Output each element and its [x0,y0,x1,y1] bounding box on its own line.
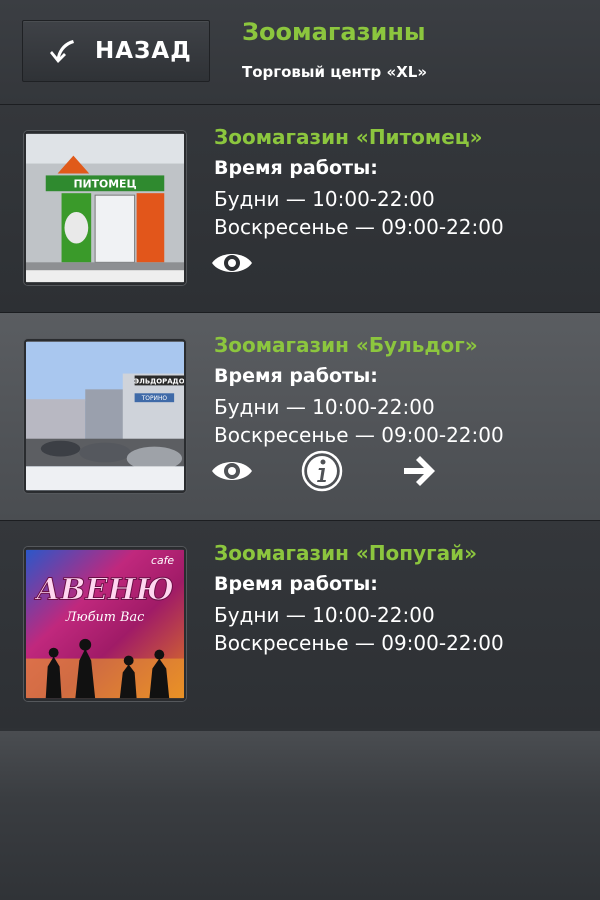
shop-name[interactable]: Зоомагазин «Бульдог» [214,333,478,357]
shop-name[interactable]: Зоомагазин «Питомец» [214,125,483,149]
shop-sign-text: ЭЛЬДОРАДО [134,377,184,385]
hours-title: Время работы: [214,157,378,179]
hours-weekdays: Будни — 10:00-22:00 [214,603,435,627]
shop-photo: ПИТОМЕЦ [24,131,186,285]
hours-title: Время работы: [214,573,378,595]
arrow-right-icon[interactable] [398,449,442,493]
shop-sign-text-2: ТОРИНО [141,396,168,402]
hours-title: Время работы: [214,365,378,387]
shop-item[interactable]: ЭЛЬДОРАДО ТОРИНО Зоомагазин «Бульдог» Вр… [0,312,600,520]
hours-weekdays: Будни — 10:00-22:00 [214,187,435,211]
empty-area [0,731,600,900]
hours-weekdays: Будни — 10:00-22:00 [214,395,435,419]
page-title: Зоомагазины [242,18,426,46]
shop-sign-text: АВЕНЮ [34,571,174,606]
back-arrow-icon [50,40,74,63]
shop-photo: ЭЛЬДОРАДО ТОРИНО [24,339,186,493]
eye-icon[interactable] [210,241,254,285]
shop-item[interactable]: ПИТОМЕЦ Зоомагазин «Питомец» Время работ… [0,104,600,312]
hours-sunday: Воскресенье — 09:00-22:00 [214,631,504,655]
shop-item[interactable]: cafe АВЕНЮ Любит Вас Зоомагазин «Попугай… [0,520,600,728]
shop-actions [210,241,470,285]
shop-sign-text-3: cafe [151,554,174,567]
eye-icon[interactable] [210,449,254,493]
shop-sign-text: ПИТОМЕЦ [73,177,136,190]
shop-name[interactable]: Зоомагазин «Попугай» [214,541,477,565]
shop-list: ПИТОМЕЦ Зоомагазин «Питомец» Время работ… [0,104,600,728]
back-button-label: НАЗАД [95,38,192,64]
hours-sunday: Воскресенье — 09:00-22:00 [214,423,504,447]
page-subtitle: Торговый центр «XL» [242,63,428,81]
back-button[interactable]: НАЗАД [22,20,210,82]
shop-sign-text-2: Любит Вас [65,610,145,625]
info-icon[interactable] [300,449,344,493]
shop-actions [210,449,470,493]
header-bar: НАЗАД Зоомагазины Торговый центр «XL» [0,0,600,104]
hours-sunday: Воскресенье — 09:00-22:00 [214,215,504,239]
shop-photo: cafe АВЕНЮ Любит Вас [24,547,186,701]
